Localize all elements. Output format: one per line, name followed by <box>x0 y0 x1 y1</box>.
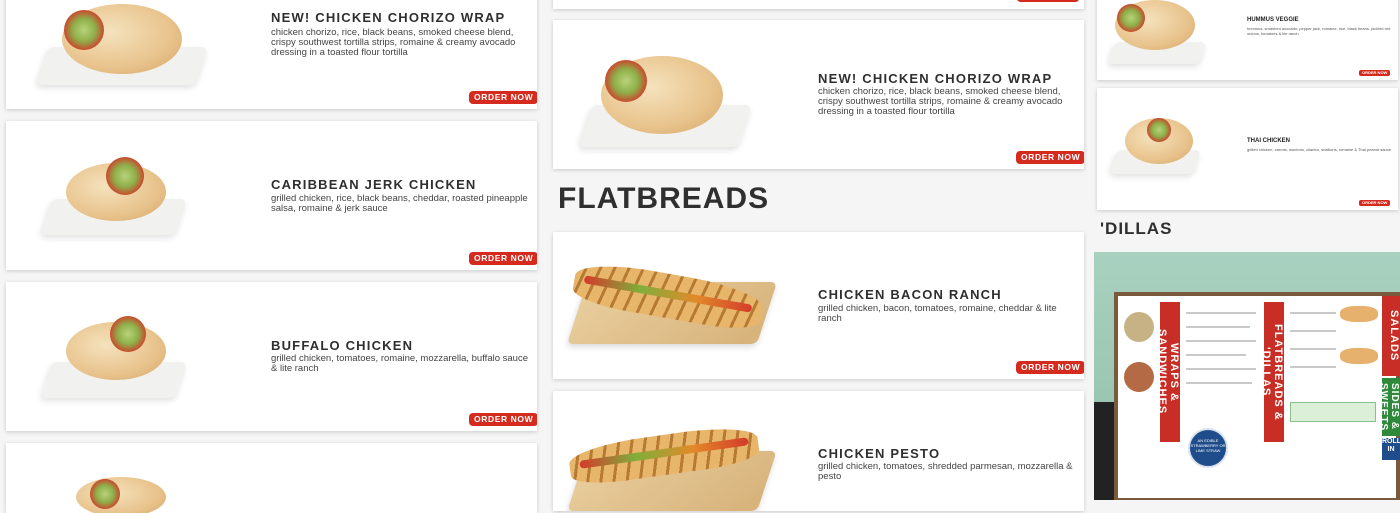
item-title: NEW! CHICKEN CHORIZO WRAP <box>271 10 506 25</box>
menu-text-line <box>1290 366 1336 368</box>
order-now-button[interactable] <box>1017 0 1079 2</box>
wrap-filling-image <box>110 316 146 352</box>
menu-text-line <box>1186 312 1256 314</box>
flatbread-photo <box>1340 306 1378 322</box>
menu-text-line <box>1290 348 1336 350</box>
menu-card-chicken-bacon-ranch: CHICKEN BACON RANCH grilled chicken, bac… <box>553 232 1084 379</box>
menu-card-caribbean-jerk: CARIBBEAN JERK CHICKEN grilled chicken, … <box>6 121 537 270</box>
menu-card-featured-chorizo-wrap: NEW! CHICKEN CHORIZO WRAP chicken choriz… <box>553 20 1084 169</box>
order-now-button[interactable]: ORDER NOW <box>469 413 537 426</box>
menu-text-line <box>1186 326 1250 328</box>
item-title: CHICKEN BACON RANCH <box>818 287 1002 302</box>
menu-card-chorizo-wrap: NEW! CHICKEN CHORIZO WRAP chicken choriz… <box>6 0 537 109</box>
item-description: hummus, smashed avocado, pepper jack, ro… <box>1247 26 1391 36</box>
menu-card-partial-top <box>553 0 1084 9</box>
wrap-filling-image <box>90 479 120 509</box>
menu-strip-salads: SALADS <box>1382 296 1400 376</box>
menu-strip-sides: SIDES & SWEETS <box>1378 378 1400 436</box>
menu-card-partial <box>6 443 537 513</box>
menu-text-line <box>1186 382 1252 384</box>
wrap-filling-image <box>1147 118 1171 142</box>
menu-strip-roll-in: ROLL IN <box>1382 438 1400 460</box>
order-now-button[interactable]: ORDER NOW <box>1359 70 1391 76</box>
menu-card-buffalo-chicken: BUFFALO CHICKEN grilled chicken, tomatoe… <box>6 282 537 431</box>
item-description: grilled chicken, bacon, tomatoes, romain… <box>818 303 1057 324</box>
order-now-button[interactable]: ORDER NOW <box>1016 361 1084 374</box>
menu-card-thai-chicken: THAI CHICKEN grilled chicken, carrots, w… <box>1097 88 1398 210</box>
menu-text-line <box>1186 368 1256 370</box>
section-heading-dillas: 'DILLAS <box>1100 219 1173 238</box>
wrap-filling-image <box>64 10 104 50</box>
item-title: NEW! CHICKEN CHORIZO WRAP <box>818 71 1053 86</box>
item-description: grilled chicken, carrots, wontons, cilan… <box>1247 147 1391 152</box>
food-photo <box>1124 362 1154 392</box>
wrap-filling-image <box>605 60 647 102</box>
menu-strip-flatbreads: FLATBREADS & 'DILLAS <box>1260 302 1284 442</box>
wrap-filling-image <box>1117 4 1145 32</box>
menu-text-line <box>1290 330 1336 332</box>
menu-card-chicken-pesto: CHICKEN PESTO grilled chicken, tomatoes,… <box>553 391 1084 511</box>
restaurant-menu-board-photo: WRAPS & SANDWICHES FLATBREADS & 'DILLAS … <box>1094 252 1400 500</box>
order-now-button[interactable]: ORDER NOW <box>469 252 537 265</box>
menu-strip-wraps: WRAPS & SANDWICHES <box>1156 302 1180 442</box>
item-description: grilled chicken, rice, black beans, ched… <box>271 193 528 214</box>
item-title: HUMMUS VEGGIE <box>1247 17 1299 23</box>
wrap-filling-image <box>106 157 144 195</box>
item-description: grilled chicken, tomatoes, romaine, mozz… <box>271 353 528 374</box>
menu-text-line <box>1186 354 1246 356</box>
order-now-button[interactable]: ORDER NOW <box>1359 200 1391 206</box>
flatbread-photo <box>1340 348 1378 364</box>
item-description: chicken chorizo, rice, black beans, smok… <box>818 86 1063 117</box>
door-frame <box>1094 402 1114 500</box>
section-heading-flatbreads: FLATBREADS <box>558 182 770 215</box>
item-title: CHICKEN PESTO <box>818 446 941 461</box>
food-photo <box>1124 312 1154 342</box>
order-now-button[interactable]: ORDER NOW <box>1016 151 1084 164</box>
menu-card-hummus-veggie: HUMMUS VEGGIE hummus, smashed avocado, p… <box>1097 0 1398 80</box>
promo-box <box>1290 402 1376 422</box>
item-title: THAI CHICKEN <box>1247 138 1290 144</box>
item-title: CARIBBEAN JERK CHICKEN <box>271 177 477 192</box>
menu-text-line <box>1290 312 1336 314</box>
straw-badge: AN EDIBLE STRAWBERRY OR LIME STRAW <box>1188 428 1228 468</box>
item-description: chicken chorizo, rice, black beans, smok… <box>271 27 516 58</box>
item-title: BUFFALO CHICKEN <box>271 338 414 353</box>
order-now-button[interactable]: ORDER NOW <box>469 91 537 104</box>
menu-text-line <box>1186 340 1256 342</box>
item-description: grilled chicken, tomatoes, shredded parm… <box>818 461 1073 482</box>
